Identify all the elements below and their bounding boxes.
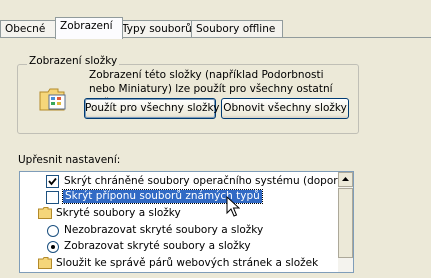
check-icon <box>48 177 57 186</box>
tab-strip: Obecné Zobrazení Typy souborů Soubory of… <box>0 0 431 39</box>
item-label: Sloužit ke správě párů webových stránek … <box>56 257 319 269</box>
radio-button[interactable] <box>47 225 59 237</box>
radio-button[interactable] <box>47 241 59 253</box>
folder-icon <box>38 207 52 219</box>
advanced-settings-label: Upřesnit nastavení: <box>18 154 121 166</box>
tab-label: Zobrazení <box>60 20 113 32</box>
tab-label: Obecné <box>5 23 46 35</box>
checkbox[interactable] <box>46 191 59 204</box>
button-label: Obnovit všechny složky <box>223 102 347 114</box>
advanced-settings-list[interactable]: Skrýt chráněné soubory operačního systém… <box>19 171 354 273</box>
tab-label: Soubory offline <box>196 23 276 35</box>
tab-label: Typy souborů <box>122 23 192 35</box>
item-label: Skryté soubory a složky <box>56 207 181 219</box>
tab-soubory-offline[interactable]: Soubory offline <box>191 20 283 38</box>
scrollbar-thumb[interactable] <box>338 188 353 258</box>
tab-zobrazeni[interactable]: Zobrazení <box>55 17 123 39</box>
folder-view-title: Zobrazení složky <box>27 55 120 67</box>
checkbox[interactable] <box>46 175 59 188</box>
tab-typy-souboru[interactable]: Typy souborů <box>117 20 195 38</box>
apply-to-all-folders-button[interactable]: Použít pro všechny složky <box>84 98 220 119</box>
reset-all-folders-button[interactable]: Obnovit všechny složky <box>221 98 349 119</box>
item-label: Skrýt chráněné soubory operačního systém… <box>64 175 354 187</box>
folder-icon <box>39 86 69 112</box>
scroll-up-arrow-icon[interactable] <box>338 172 353 187</box>
item-label: Zobrazovat skryté soubory a složky <box>64 240 251 252</box>
folder-icon <box>38 257 52 269</box>
mouse-cursor-icon <box>226 195 241 221</box>
vertical-scrollbar[interactable] <box>338 172 353 272</box>
item-label: Nezobrazovat skryté soubory a složky <box>64 224 264 236</box>
button-label: Použít pro všechny složky <box>85 102 220 114</box>
